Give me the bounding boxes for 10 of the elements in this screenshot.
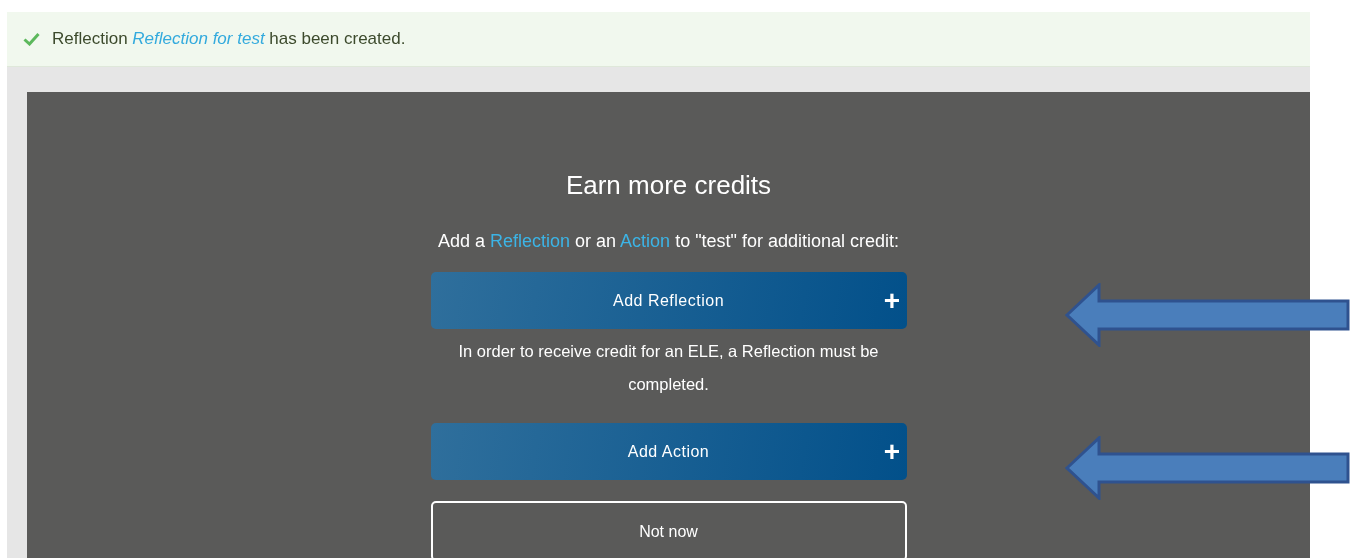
notice-message: Reflection Reflection for test has been created. [52,29,406,49]
plus-icon: + [883,286,901,315]
not-now-button[interactable]: Not now [430,501,907,558]
panel-title: Earn more credits [565,170,772,201]
plus-icon: + [883,437,901,466]
checkmark-icon [23,32,40,46]
add-button[interactable]: Add Reflection + [430,272,907,329]
intro-text: Add a Reflection or an Action to "test" for additional credit: [437,231,900,252]
note-text: In order to receive credit for an ELE, a Reflection must be completed. [457,341,880,395]
add-button[interactable]: Add Action + [430,423,907,480]
